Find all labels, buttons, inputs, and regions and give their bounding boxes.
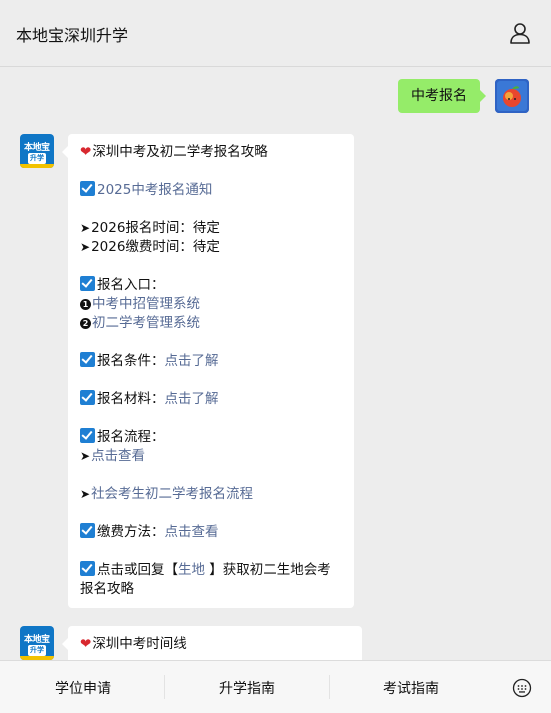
entry-line: 报名入口： xyxy=(80,276,342,295)
condition-line: 报名条件：点击了解 xyxy=(80,352,342,371)
notice-link[interactable]: 2025中考报名通知 xyxy=(97,182,212,198)
number-2-icon: 2 xyxy=(80,318,91,329)
chat-area[interactable]: 中考报名 本地宝 升学 ❤深圳中考及初二学考报名攻略 2025中考报名通知 ➤2… xyxy=(0,67,551,660)
social-link[interactable]: 社会考生初二学考报名流程 xyxy=(91,486,253,502)
bot-message-card: ❤深圳中考时间线 xyxy=(62,626,362,660)
entry2-line: 2 初二学考管理系统 xyxy=(80,314,342,333)
user-avatar[interactable] xyxy=(495,79,529,113)
user-icon[interactable] xyxy=(509,22,531,44)
material-line: 报名材料：点击了解 xyxy=(80,390,342,409)
bot-avatar-line1: 本地宝 xyxy=(24,635,50,645)
entry1-link[interactable]: 中考中招管理系统 xyxy=(92,296,200,312)
arrow-icon: ➤ xyxy=(80,221,91,235)
pay-time: 2026缴费时间：待定 xyxy=(91,239,220,255)
pay-label: 缴费方法： xyxy=(97,524,165,540)
card-title: 深圳中考及初二学考报名攻略 xyxy=(92,144,268,160)
material-label: 报名材料： xyxy=(97,391,165,407)
checkbox-icon xyxy=(80,523,95,538)
arrow-icon: ➤ xyxy=(80,487,91,501)
bot-avatar[interactable]: 本地宝 升学 xyxy=(20,626,54,660)
checkbox-icon xyxy=(80,390,95,405)
pay-link[interactable]: 点击查看 xyxy=(165,524,219,540)
checkbox-icon xyxy=(80,276,95,291)
reg-time: 2026报名时间：待定 xyxy=(91,220,220,236)
arrow-icon: ➤ xyxy=(80,240,91,254)
bot-avatar-line2: 升学 xyxy=(28,153,46,164)
social-line: ➤社会考生初二学考报名流程 xyxy=(80,485,342,504)
entry1-line: 1 中考中招管理系统 xyxy=(80,295,342,314)
menu-tab-guide[interactable]: 升学指南 xyxy=(219,678,275,698)
condition-label: 报名条件： xyxy=(97,353,165,369)
notice-line: 2025中考报名通知 xyxy=(80,181,342,200)
process-line: 报名流程： xyxy=(80,428,342,447)
menu-tab-degree[interactable]: 学位申请 xyxy=(55,678,111,698)
menu-divider xyxy=(329,675,330,699)
reply-suffix: 】获取初二生地会考 xyxy=(205,562,331,578)
menu-tab-exam[interactable]: 考试指南 xyxy=(383,678,439,698)
number-1-icon: 1 xyxy=(80,299,91,310)
checkbox-icon xyxy=(80,352,95,367)
material-link[interactable]: 点击了解 xyxy=(165,391,219,407)
reply-keyword-link[interactable]: 生地 xyxy=(178,562,205,578)
reply-prefix: 点击或回复【 xyxy=(97,562,178,578)
keyboard-icon[interactable] xyxy=(512,678,532,698)
heart-icon: ❤ xyxy=(80,636,92,652)
bot-message-card: ❤深圳中考及初二学考报名攻略 2025中考报名通知 ➤2026报名时间：待定 ➤… xyxy=(62,134,354,608)
chat-header: 本地宝深圳升学 xyxy=(0,0,551,67)
card2-title-line: ❤深圳中考时间线 xyxy=(80,635,350,654)
bot-avatar-line1: 本地宝 xyxy=(24,143,50,153)
chat-title: 本地宝深圳升学 xyxy=(16,26,129,45)
user-message-text: 中考报名 xyxy=(411,88,467,104)
process-link-line: ➤点击查看 xyxy=(80,447,342,466)
entry2-link[interactable]: 初二学考管理系统 xyxy=(92,315,200,331)
peach-avatar-icon xyxy=(495,79,529,113)
entry-label: 报名入口： xyxy=(97,277,165,293)
menu-divider xyxy=(164,675,165,699)
checkbox-icon xyxy=(80,561,95,576)
menu-bar: 学位申请 升学指南 考试指南 xyxy=(0,660,551,713)
bot-avatar[interactable]: 本地宝 升学 xyxy=(20,134,54,168)
heart-icon: ❤ xyxy=(80,144,92,160)
process-link[interactable]: 点击查看 xyxy=(91,448,145,464)
checkbox-icon xyxy=(80,428,95,443)
reg-time-line: ➤2026报名时间：待定 xyxy=(80,219,342,238)
reply-line: 点击或回复【生地 】获取初二生地会考 xyxy=(80,561,342,580)
card2-title: 深圳中考时间线 xyxy=(92,636,187,652)
card-title-line: ❤深圳中考及初二学考报名攻略 xyxy=(80,143,342,162)
bot-avatar-line2: 升学 xyxy=(28,645,46,656)
checkbox-icon xyxy=(80,181,95,196)
reply-suffix2: 报名攻略 xyxy=(80,581,134,597)
condition-link[interactable]: 点击了解 xyxy=(165,353,219,369)
arrow-icon: ➤ xyxy=(80,449,91,463)
process-label: 报名流程： xyxy=(97,429,165,445)
pay-time-line: ➤2026缴费时间：待定 xyxy=(80,238,342,257)
user-message-bubble[interactable]: 中考报名 xyxy=(398,79,486,113)
bot-avatar-strip xyxy=(20,164,54,168)
pay-line: 缴费方法：点击查看 xyxy=(80,523,342,542)
reply-line-2: 报名攻略 xyxy=(80,580,342,599)
